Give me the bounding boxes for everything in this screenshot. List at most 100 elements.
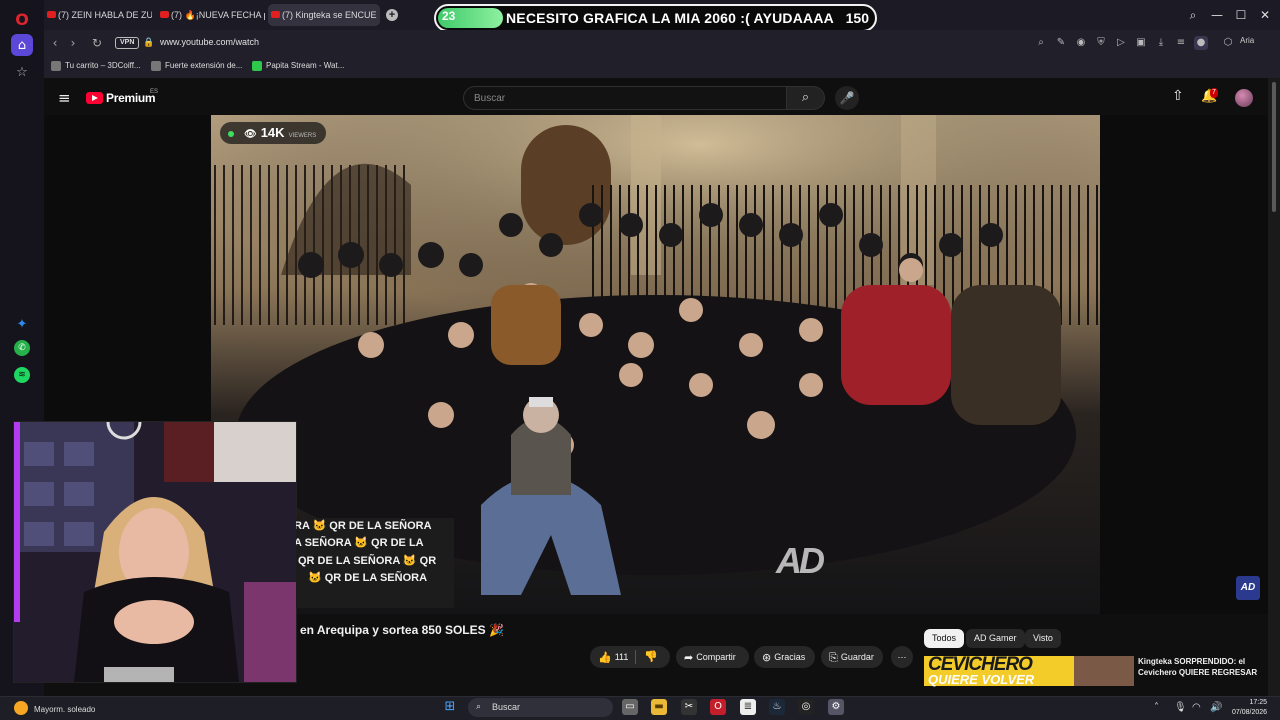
qr-line: A SEÑORA 🐱 QR DE LA (296, 537, 424, 549)
chip-visto[interactable]: Visto (1025, 629, 1061, 648)
share-button[interactable]: ➦ Compartir (676, 646, 749, 668)
bookmark-2[interactable]: Fuerte extensión de... (151, 61, 243, 71)
minimize-icon[interactable]: — (1208, 6, 1226, 24)
weather-text[interactable]: Mayorm. soleado (34, 705, 95, 714)
chip-ad-gamer[interactable]: AD Gamer (966, 629, 1025, 648)
steam-icon[interactable]: ♨ (769, 699, 785, 715)
vpn-badge[interactable]: VPN (115, 37, 140, 49)
camera-icon[interactable]: ◉ (1074, 36, 1088, 50)
aria-button[interactable]: Aria (1240, 36, 1254, 45)
bookmarks-bar: Tu carrito – 3DCoiff... Fuerte extensión… (44, 56, 1280, 78)
bookmark-3[interactable]: Papita Stream - Wat... (252, 61, 345, 71)
close-icon[interactable]: ✕ (1256, 6, 1274, 24)
menu-icon[interactable]: ≡ (1174, 36, 1188, 50)
save-button[interactable]: ⎘ Guardar (821, 646, 883, 668)
bookmark-label: Papita Stream - Wat... (266, 61, 345, 70)
edit-icon[interactable]: ✎ (1054, 36, 1068, 50)
share-icon: ➦ (684, 651, 694, 664)
microphone-tray-icon[interactable]: 🎙 (1174, 702, 1187, 713)
chip-todos[interactable]: Todos (924, 629, 965, 648)
star-icon[interactable]: ☆ (11, 61, 33, 83)
youtube-logo[interactable]: Premium (86, 91, 156, 105)
tab-2[interactable]: (7) 🔥¡NUEVA FECHA para (157, 4, 265, 26)
volume-icon[interactable]: 🔊 (1210, 702, 1222, 713)
whatsapp-icon[interactable]: ✆ (14, 340, 30, 356)
alert-count: 23 (442, 9, 456, 23)
download-icon[interactable]: ⤓ (1154, 36, 1168, 50)
viewers-label: VIEWERS (288, 133, 317, 139)
channel-watermark-button[interactable]: AD (1236, 576, 1260, 600)
webcam-border (13, 421, 297, 683)
bookmark-1[interactable]: Tu carrito – 3DCoiff... (51, 61, 141, 71)
related-video-title[interactable]: Kingteka SORPRENDIDO: el Cevichero QUIER… (1138, 656, 1268, 678)
opera-logo-icon[interactable]: O (11, 8, 33, 30)
windows-taskbar (0, 696, 1280, 720)
voice-search-icon[interactable]: 🎤 (835, 86, 859, 110)
capcut-icon[interactable]: ✂ (681, 699, 697, 715)
search-input[interactable]: Buscar (463, 86, 787, 110)
search-icon: ⌕ (801, 90, 810, 105)
settings-icon[interactable]: ⚙ (828, 699, 844, 715)
task-view-icon[interactable]: ▭ (622, 699, 638, 715)
address-bar: ‹ › ↻ VPN 🔒 www.youtube.com/watch ⌕ ✎ ◉ … (44, 30, 1280, 56)
file-explorer-icon[interactable]: ▬ (651, 699, 667, 715)
reload-icon[interactable]: ↻ (88, 34, 106, 52)
browser-search-icon[interactable]: ⌕ (1184, 6, 1202, 24)
maximize-icon[interactable]: ☐ (1232, 6, 1250, 24)
avatar[interactable] (1235, 89, 1253, 107)
clock-time: 17:25 (1249, 699, 1268, 706)
tab-1[interactable]: (7) ZEIN HABLA DE ZULLY (44, 4, 152, 26)
bookmark-label: Fuerte extensión de... (165, 61, 243, 70)
viewers-counter: 👁 14K VIEWERS (220, 122, 327, 144)
windows-start-icon[interactable]: ⊞ (442, 699, 458, 715)
weather-icon[interactable] (14, 701, 28, 715)
play-icon[interactable]: ▷ (1114, 36, 1128, 50)
search-button[interactable]: ⌕ (787, 86, 825, 110)
notepad-icon[interactable]: ≣ (740, 699, 756, 715)
zoom-icon[interactable]: ⌕ (1034, 36, 1048, 50)
hamburger-menu-icon[interactable]: ≡ (58, 89, 71, 107)
more-actions-button[interactable]: ⋯ (891, 646, 913, 668)
thumbs-down-icon[interactable]: 👎 (644, 646, 658, 668)
tab-3-active[interactable]: (7) Kingteka se ENCUE (268, 4, 380, 26)
profile-icon[interactable]: ● (1194, 36, 1208, 50)
shield-icon[interactable]: ⛨ (1094, 36, 1108, 50)
back-icon[interactable]: ‹ (46, 34, 64, 52)
extensions-icon[interactable]: ⬡ (1221, 36, 1235, 50)
like-button[interactable]: 👍 111 👎 (590, 646, 670, 668)
obs-icon[interactable]: ◎ (798, 699, 814, 715)
tray-chevron-icon[interactable]: ˄ (1154, 702, 1159, 713)
upload-icon[interactable]: ⇧ (1172, 88, 1184, 104)
like-count: 111 (614, 652, 629, 662)
opera-icon[interactable]: O (710, 699, 726, 715)
thanks-icon: ⊛ (762, 651, 772, 664)
messenger-icon[interactable]: ✦ (11, 313, 33, 335)
notification-count: 7 (1210, 88, 1218, 98)
thanks-button[interactable]: ⊛ Gracias (754, 646, 815, 668)
bookmark-icon: ⎘ (829, 651, 838, 664)
bookmark-favicon-icon (151, 61, 161, 71)
tab-label: (7) ZEIN HABLA DE ZULLY (58, 10, 152, 20)
thumbnail-face (1074, 656, 1134, 686)
new-tab-button[interactable]: + (386, 9, 398, 21)
spotify-icon[interactable]: ≋ (14, 367, 30, 383)
bookmark-favicon-icon (51, 61, 61, 71)
taskbar-search[interactable]: ⌕ Buscar (468, 698, 613, 717)
bookmark-label: Tu carrito – 3DCoiff... (65, 61, 141, 70)
share-label: Compartir (696, 652, 736, 662)
wifi-icon[interactable]: ◠ (1192, 702, 1201, 713)
video-watermark: AD (776, 540, 825, 581)
thumbnail-text-2: QUIERE VOLVER (928, 672, 1035, 687)
forward-icon[interactable]: › (64, 34, 82, 52)
region-code: ES (150, 89, 159, 95)
home-icon[interactable]: ⌂ (11, 34, 33, 56)
donation-alert: 23 NECESITO GRAFICA LA MIA 2060 :( AYUDA… (434, 4, 877, 32)
system-clock[interactable]: 17:25 07/08/2026 (1232, 698, 1267, 718)
youtube-favicon-icon (160, 11, 169, 18)
url-field[interactable]: www.youtube.com/watch (160, 37, 259, 47)
scrollbar-thumb[interactable] (1272, 82, 1276, 212)
lock-icon: 🔒 (143, 38, 155, 48)
box-icon[interactable]: ▣ (1134, 36, 1148, 50)
youtube-favicon-icon (271, 11, 280, 18)
page-scrollbar[interactable] (1268, 78, 1280, 696)
